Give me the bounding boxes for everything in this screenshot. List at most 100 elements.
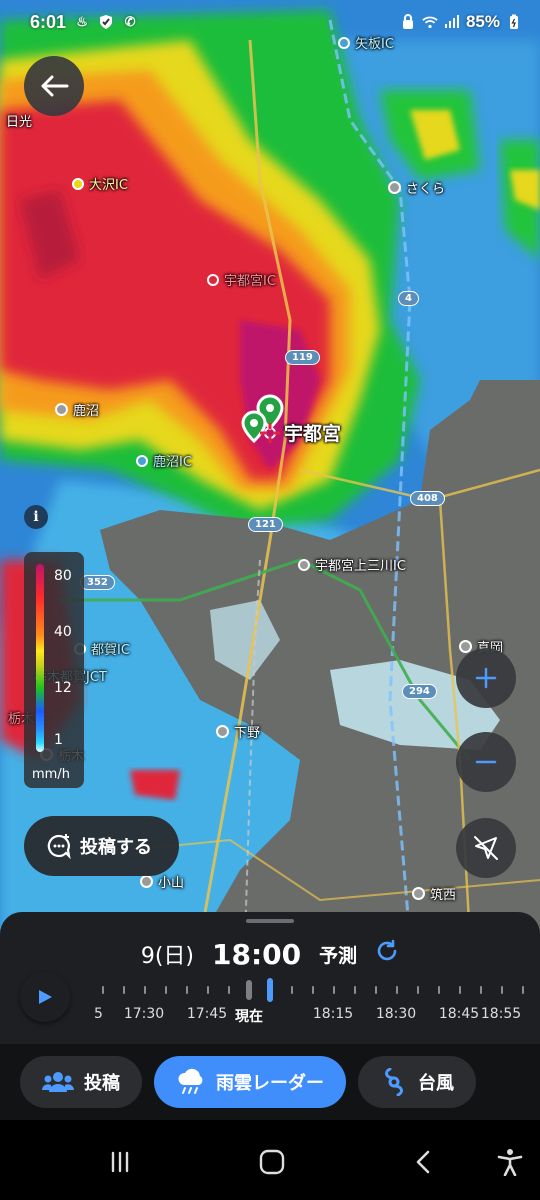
timeline-label: 18:55 bbox=[480, 1006, 522, 1022]
info-icon: i bbox=[33, 509, 39, 525]
location-pin-icon[interactable] bbox=[236, 392, 296, 452]
play-button[interactable] bbox=[20, 972, 70, 1022]
timeline-tick bbox=[396, 986, 398, 994]
place-shimotsuke[interactable]: 下野 bbox=[216, 722, 260, 741]
current-location-button[interactable] bbox=[456, 818, 516, 878]
legend-label: 1 bbox=[54, 732, 63, 748]
route-badge-4: 4 bbox=[398, 291, 419, 306]
chevron-left-icon bbox=[416, 1150, 430, 1174]
timeline-label: 17:45 bbox=[186, 1006, 228, 1022]
plus-icon bbox=[475, 667, 497, 689]
timeline-tick bbox=[375, 986, 377, 994]
timeline-tick bbox=[480, 986, 482, 994]
zoom-in-button[interactable] bbox=[456, 648, 516, 708]
timeline-tick bbox=[522, 986, 524, 994]
legend-color-bar bbox=[36, 564, 44, 752]
comment-add-icon bbox=[47, 834, 71, 859]
back-nav-button[interactable] bbox=[402, 1140, 446, 1184]
interchange-icon bbox=[136, 454, 148, 467]
place-sakura[interactable]: さくら bbox=[388, 178, 445, 197]
timeline-label: 17:30 bbox=[123, 1006, 165, 1022]
forecast-time: 18:00 bbox=[212, 937, 302, 971]
post-button[interactable]: 投稿する bbox=[24, 816, 179, 876]
timeline-now-marker bbox=[246, 980, 252, 1000]
route-badge-408: 408 bbox=[410, 491, 445, 506]
place-nikko[interactable]: 日光 bbox=[6, 111, 32, 130]
people-icon bbox=[42, 1072, 74, 1092]
timeline-tick bbox=[312, 986, 314, 994]
tab-rain-radar[interactable]: 雨雲レーダー bbox=[154, 1056, 346, 1108]
route-badge-119: 119 bbox=[285, 350, 320, 365]
notification-icon: ♨ bbox=[76, 14, 88, 29]
info-button[interactable]: i bbox=[24, 505, 48, 529]
wifi-icon bbox=[422, 14, 438, 30]
interchange-icon bbox=[207, 273, 219, 286]
time-control-panel: 9(日) 18:00 予測 5 17:30 17:45 現在 18:15 18:30 18:… bbox=[0, 912, 540, 1200]
timeline-tick bbox=[207, 986, 209, 994]
route-badge-352: 352 bbox=[80, 575, 115, 590]
place-chikusei[interactable]: 筑西 bbox=[412, 884, 456, 903]
city-marker-icon bbox=[55, 403, 68, 416]
signal-icon bbox=[444, 14, 460, 30]
home-button[interactable] bbox=[250, 1140, 294, 1184]
shield-icon bbox=[98, 14, 114, 30]
location-off-icon bbox=[474, 836, 498, 860]
legend-label: 40 bbox=[54, 624, 72, 640]
timeline-tick bbox=[186, 986, 188, 994]
post-button-label: 投稿する bbox=[80, 837, 152, 858]
place-kanuma[interactable]: 鹿沼 bbox=[55, 400, 99, 419]
lock-icon bbox=[400, 14, 416, 30]
legend-label: 80 bbox=[54, 568, 72, 584]
radar-overlay bbox=[0, 0, 540, 940]
timeline-now-label: 現在 bbox=[235, 1009, 263, 1025]
home-icon bbox=[259, 1149, 285, 1175]
drag-handle[interactable] bbox=[246, 919, 294, 923]
status-bar: 6:01 ♨ ✆ 85% bbox=[0, 0, 540, 44]
place-kanuma-ic[interactable]: 鹿沼IC bbox=[136, 451, 192, 470]
system-nav-bar bbox=[0, 1120, 540, 1200]
timeline-tick bbox=[228, 986, 230, 994]
timeline-tick bbox=[417, 986, 419, 994]
refresh-icon[interactable] bbox=[375, 939, 399, 969]
timeline-tick bbox=[102, 986, 104, 994]
timeline-label: 18:45 bbox=[438, 1006, 480, 1022]
timeline-label: 18:15 bbox=[312, 1006, 354, 1022]
timeline-label: 18:30 bbox=[375, 1006, 417, 1022]
timeline-tick bbox=[144, 986, 146, 994]
status-time: 6:01 bbox=[30, 11, 67, 32]
interchange-icon bbox=[72, 177, 84, 190]
rain-radar-map[interactable]: 矢板IC 日光 大沢IC さくら 宇都宮IC 鹿沼 鹿沼IC 宇都宮 宇都宮上三… bbox=[0, 0, 540, 940]
place-kaminokawa-ic[interactable]: 宇都宮上三川IC bbox=[298, 555, 406, 574]
back-button[interactable] bbox=[24, 56, 84, 116]
battery-percent: 85% bbox=[465, 12, 500, 31]
timeline-selected-handle[interactable] bbox=[267, 978, 273, 1002]
bottom-tabs: 投稿 雨雲レーダー 台風 bbox=[0, 1044, 540, 1120]
minus-icon bbox=[475, 760, 497, 764]
accessibility-icon bbox=[497, 1149, 523, 1176]
timeline-tick bbox=[123, 986, 125, 994]
rain-intensity-legend: 80 40 12 1 mm/h bbox=[24, 552, 84, 788]
forecast-date: 9(日) bbox=[140, 944, 194, 969]
recent-apps-button[interactable] bbox=[98, 1140, 142, 1184]
legend-label: 12 bbox=[54, 680, 72, 696]
timeline-tick bbox=[459, 986, 461, 994]
timeline-tick bbox=[165, 986, 167, 994]
zoom-out-button[interactable] bbox=[456, 732, 516, 792]
place-osawa-ic[interactable]: 大沢IC bbox=[72, 174, 128, 193]
tab-typhoon[interactable]: 台風 bbox=[358, 1056, 476, 1108]
city-marker-icon bbox=[140, 875, 153, 888]
forecast-mode: 予測 bbox=[319, 944, 358, 967]
place-utsunomiya-ic[interactable]: 宇都宮IC bbox=[207, 270, 276, 289]
accessibility-button[interactable] bbox=[488, 1140, 532, 1184]
call-icon: ✆ bbox=[124, 14, 136, 29]
tab-label: 投稿 bbox=[84, 1073, 120, 1094]
timeline-tick bbox=[291, 986, 293, 994]
timeline-tick bbox=[438, 986, 440, 994]
tab-label: 台風 bbox=[418, 1073, 454, 1094]
route-badge-121: 121 bbox=[248, 517, 283, 532]
interchange-icon bbox=[298, 558, 310, 571]
play-icon bbox=[39, 990, 52, 1004]
tab-posts[interactable]: 投稿 bbox=[20, 1056, 142, 1108]
typhoon-icon bbox=[385, 1068, 403, 1096]
timeline-slider[interactable]: 5 17:30 17:45 現在 18:15 18:30 18:45 18:55 bbox=[92, 976, 524, 1026]
